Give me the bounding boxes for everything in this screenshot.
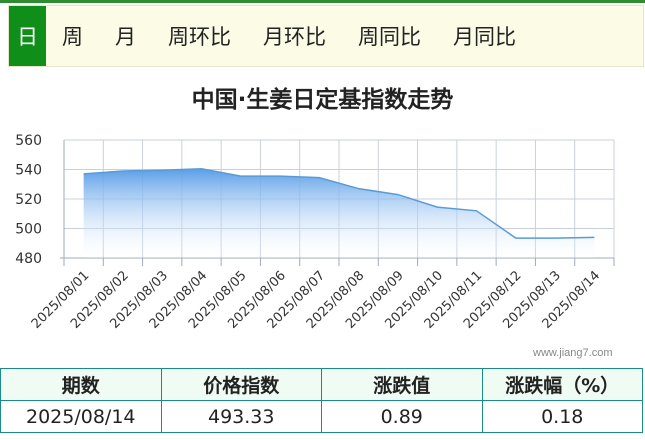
header-change-percent: 涨跌幅（%）	[481, 368, 643, 401]
watermark: www.jiang7.com	[533, 347, 613, 359]
header-change-value: 涨跌值	[321, 368, 483, 401]
summary-table: 期数 价格指数 涨跌值 涨跌幅（%） 2025/08/14 493.33 0.8…	[0, 368, 643, 433]
cell-period: 2025/08/14	[0, 400, 162, 433]
chart-plot: 4805005205405602025/08/012025/08/022025/…	[15, 133, 615, 332]
y-tick-label: 540	[15, 163, 42, 179]
cell-change-value: 0.89	[321, 400, 483, 433]
cell-price-index: 493.33	[160, 400, 322, 433]
table-row: 2025/08/14 493.33 0.89 0.18	[0, 400, 643, 433]
y-tick-label: 480	[15, 251, 42, 267]
y-tick-label: 520	[15, 192, 42, 208]
y-tick-label: 500	[15, 222, 42, 238]
header-period: 期数	[0, 368, 162, 401]
summary-header-row: 期数 价格指数 涨跌值 涨跌幅（%）	[0, 368, 643, 401]
y-tick-label: 560	[15, 133, 42, 149]
cell-change-percent: 0.18	[481, 400, 643, 433]
header-price-index: 价格指数	[160, 368, 322, 401]
